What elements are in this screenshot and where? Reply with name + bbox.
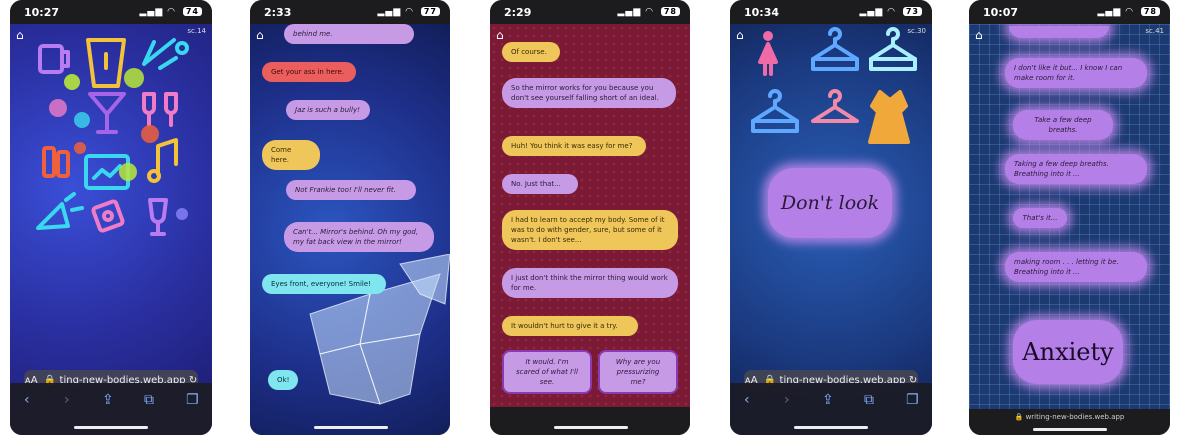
battery-icon: 78 bbox=[1140, 7, 1160, 16]
home-icon[interactable]: ⌂ bbox=[975, 28, 983, 42]
cup-icon bbox=[86, 38, 126, 88]
dont-look-label: Don't look bbox=[768, 168, 892, 238]
chat-scene[interactable]: ⌂ sc.41 I don't like it but... I know I … bbox=[969, 24, 1170, 435]
home-indicator bbox=[314, 426, 388, 429]
chat-bubble: behind me. bbox=[284, 24, 414, 44]
home-indicator bbox=[1033, 428, 1107, 431]
bottom-bar bbox=[490, 407, 690, 435]
tabs-icon[interactable]: ❐ bbox=[906, 392, 919, 408]
share-icon[interactable]: ⇪ bbox=[822, 392, 834, 408]
browser-toolbar: ‹ › ⇪ ⧉ ❐ bbox=[10, 383, 212, 435]
battery-icon: 73 bbox=[902, 7, 922, 16]
chat-scene[interactable]: ⌂ behind me. Get your ass in here. Jaz i… bbox=[250, 24, 450, 435]
chat-bubble: Take a few deep breaths. bbox=[1013, 110, 1113, 140]
bookmarks-icon[interactable]: ⧉ bbox=[864, 392, 874, 408]
chat-bubble: It wouldn't hurt to give it a try. bbox=[502, 316, 638, 336]
chat-bubble: Get your ass in here. bbox=[262, 62, 356, 82]
clock: 2:29 bbox=[504, 6, 532, 19]
signal-wifi-battery: ▂▄▆ ◠ 73 bbox=[860, 7, 922, 17]
status-bar: 10:27 ▂▄▆ ◠ 74 bbox=[10, 0, 212, 24]
chat-bubble: Not Frankie too! I'll never fit. bbox=[286, 180, 416, 200]
anxiety-label: Anxiety bbox=[1013, 320, 1123, 384]
hanger-icon bbox=[869, 27, 917, 71]
phone-screen-4: 10:34 ▂▄▆ ◠ 73 ⌂ sc.30 Don't look ᴀA 🔒 t… bbox=[730, 0, 932, 435]
signal-wifi-battery: ▂▄▆ ◠ 77 bbox=[378, 7, 440, 17]
chat-bubble: So the mirror works for you because you … bbox=[502, 78, 676, 108]
hanger-icon bbox=[751, 89, 799, 133]
chat-bubble: Can't... Mirror's behind. Oh my god, my … bbox=[284, 222, 434, 252]
cocktail-icon bbox=[88, 92, 126, 134]
phone-screen-2: 2:33 ▂▄▆ ◠ 77 ⌂ behind me. Get your ass … bbox=[250, 0, 450, 435]
status-bar: 2:29 ▂▄▆ ◠ 78 bbox=[490, 0, 690, 24]
chat-bubble: That's it... bbox=[1013, 208, 1067, 228]
battery-icon: 78 bbox=[660, 7, 680, 16]
phone-screen-5: 10:07 ▂▄▆ ◠ 78 ⌂ sc.41 I don't like it b… bbox=[969, 0, 1170, 435]
game-scene[interactable]: ⌂ sc.30 Don't look ᴀA 🔒 ting-new-bodies.… bbox=[730, 24, 932, 435]
confetti-popper-icon bbox=[36, 192, 84, 230]
chat-bubble: Jaz is such a bully! bbox=[286, 100, 370, 120]
party-horn-icon bbox=[142, 38, 189, 70]
wine-icon bbox=[142, 92, 178, 127]
signal-wifi-battery: ▂▄▆ ◠ 74 bbox=[140, 7, 202, 17]
chat-bubble: I don't like it but... I know I can make… bbox=[1005, 58, 1147, 88]
battery-icon: 77 bbox=[420, 7, 440, 16]
tabs-icon[interactable]: ❐ bbox=[186, 392, 199, 408]
hanger-icon bbox=[811, 89, 859, 123]
beer-mug-icon bbox=[38, 44, 70, 74]
music-note-icon bbox=[147, 138, 178, 183]
forward-icon[interactable]: › bbox=[64, 392, 70, 408]
phone-screen-3: 2:29 ▂▄▆ ◠ 78 ⌂ Of course. So the mirror… bbox=[490, 0, 690, 435]
forward-icon[interactable]: › bbox=[784, 392, 790, 408]
bookmarks-icon[interactable]: ⧉ bbox=[144, 392, 154, 408]
choice-button-2[interactable]: Why are you pressurizing me? bbox=[598, 350, 678, 394]
share-icon[interactable]: ⇪ bbox=[102, 392, 114, 408]
signal-wifi-battery: ▂▄▆ ◠ 78 bbox=[1098, 7, 1160, 17]
chat-bubble: making room . . . letting it be. Breathi… bbox=[1005, 252, 1147, 282]
home-indicator bbox=[794, 426, 868, 429]
chat-bubble: Huh! You think it was easy for me? bbox=[502, 136, 646, 156]
choice-button-1[interactable]: It would. I'm scared of what I'll see. bbox=[502, 350, 592, 394]
bottles-icon bbox=[42, 146, 70, 178]
restroom-woman-icon bbox=[758, 31, 778, 76]
gift-tag-icon bbox=[91, 199, 125, 233]
chat-bubble: I just don't think the mirror thing woul… bbox=[502, 268, 678, 298]
browser-toolbar: ‹ › ⇪ ⧉ ❐ bbox=[730, 383, 932, 435]
chat-bubble: I had to learn to accept my body. Some o… bbox=[502, 210, 678, 250]
clock: 10:34 bbox=[744, 6, 780, 19]
home-indicator bbox=[554, 426, 628, 429]
bottom-bar: 🔒 writing-new-bodies.web.app bbox=[969, 409, 1170, 435]
chat-bubble-fragment bbox=[1009, 26, 1109, 38]
chat-bubble: No. Just that... bbox=[502, 174, 578, 194]
signal-wifi-battery: ▂▄▆ ◠ 78 bbox=[618, 7, 680, 17]
home-indicator bbox=[74, 426, 148, 429]
status-bar: 2:33 ▂▄▆ ◠ 77 bbox=[250, 0, 450, 24]
chat-scene[interactable]: ⌂ Of course. So the mirror works for you… bbox=[490, 24, 690, 435]
chat-bubble: Of course. bbox=[502, 42, 560, 62]
chat-bubble: Taking a few deep breaths. Breathing int… bbox=[1005, 154, 1147, 184]
footer-url: 🔒 writing-new-bodies.web.app bbox=[969, 413, 1170, 421]
clock: 2:33 bbox=[264, 6, 292, 19]
status-bar: 10:07 ▂▄▆ ◠ 78 bbox=[969, 0, 1170, 24]
party-icons bbox=[36, 38, 189, 236]
status-bar: 10:34 ▂▄▆ ◠ 73 bbox=[730, 0, 932, 24]
clock: 10:07 bbox=[983, 6, 1019, 19]
chat-bubble: Ok! bbox=[268, 370, 298, 390]
wardrobe-icons bbox=[751, 27, 917, 144]
wine-glass-icon bbox=[148, 198, 168, 236]
battery-icon: 74 bbox=[182, 7, 202, 16]
footer-url-text: writing-new-bodies.web.app bbox=[1025, 413, 1125, 421]
lock-icon: 🔒 bbox=[1014, 413, 1024, 421]
chat-bubble: Come here. bbox=[262, 140, 320, 170]
clock: 10:27 bbox=[24, 6, 60, 19]
home-icon[interactable]: ⌂ bbox=[496, 28, 504, 42]
chat-bubble: Eyes front, everyone! Smile! bbox=[262, 274, 386, 294]
back-icon[interactable]: ‹ bbox=[744, 392, 750, 408]
phone-screen-1: 10:27 ▂▄▆ ◠ 74 ⌂ sc.14 ᴀA 🔒 ting-new-bod… bbox=[10, 0, 212, 435]
home-icon[interactable]: ⌂ bbox=[256, 28, 264, 42]
hanger-icon bbox=[811, 27, 859, 71]
scene-number: sc.41 bbox=[1145, 27, 1164, 35]
back-icon[interactable]: ‹ bbox=[24, 392, 30, 408]
dress-icon bbox=[868, 90, 910, 144]
game-scene[interactable]: ⌂ sc.14 ᴀA 🔒 ting-new-bodies.web.app ↻ ‹… bbox=[10, 24, 212, 435]
